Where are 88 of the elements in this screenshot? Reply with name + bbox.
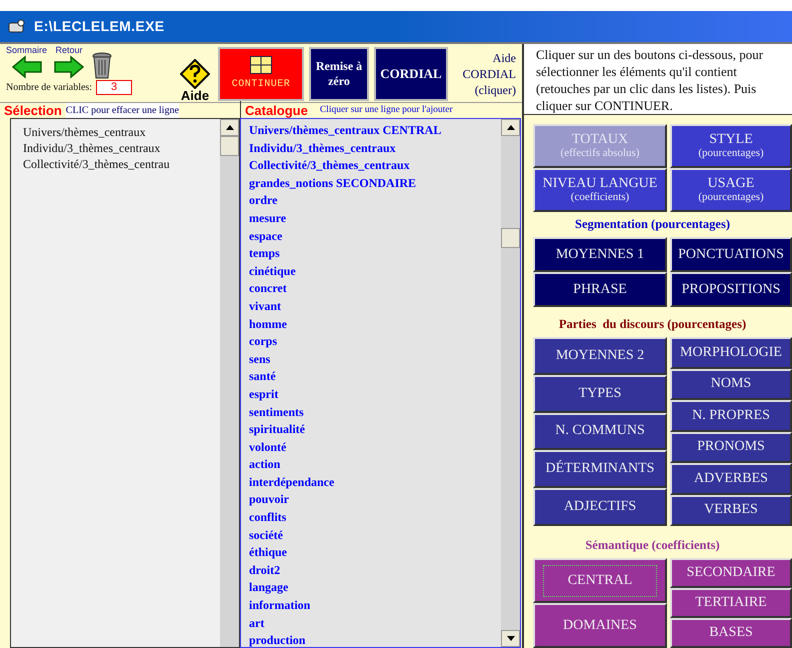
option-button[interactable]: ADVERBES	[670, 463, 792, 494]
help-diamond-icon[interactable]	[180, 59, 210, 89]
scroll-up-button[interactable]	[501, 119, 520, 136]
catalogue-item[interactable]: sentiments	[249, 404, 501, 422]
scroll-down-button[interactable]	[501, 630, 520, 647]
option-button[interactable]: TYPES	[533, 374, 667, 413]
scroll-thumb[interactable]	[501, 228, 520, 248]
catalogue-item[interactable]: mesure	[249, 210, 501, 228]
section-heading: Parties du discours (pourcentages)	[558, 317, 746, 332]
selection-item[interactable]: Univers/thèmes_centraux	[23, 124, 220, 140]
up-triangle-icon	[226, 125, 234, 130]
selection-item[interactable]: Collectivité/3_thèmes_centrau	[23, 156, 220, 172]
catalogue-item[interactable]: sens	[249, 350, 501, 368]
catalogue-item[interactable]: vivant	[249, 298, 501, 316]
catalogue-item[interactable]: esprit	[249, 386, 501, 404]
catalogue-hint: Cliquer sur une ligne pour l'ajouter	[320, 104, 453, 118]
option-button[interactable]: N. PROPRES	[670, 400, 792, 432]
continue-button[interactable]: CONTINUER	[218, 47, 304, 101]
selection-hint: CLIC pour effacer une ligne	[66, 103, 179, 118]
catalogue-item[interactable]: société	[249, 526, 501, 544]
catalogue-item[interactable]: volonté	[249, 438, 501, 456]
option-button[interactable]: MORPHOLOGIE	[670, 337, 792, 368]
catalogue-item[interactable]: homme	[249, 316, 501, 334]
option-button[interactable]: MOYENNES 2	[533, 337, 667, 375]
help-label: Aide	[180, 89, 210, 102]
selection-item[interactable]: Individu/3_thèmes_centraux	[23, 140, 220, 156]
option-button[interactable]: N. COMMUNS	[533, 412, 667, 450]
catalogue-item[interactable]: information	[249, 597, 501, 615]
option-button[interactable]: USAGE (pourcentages)	[670, 168, 792, 212]
trash-icon[interactable]	[91, 51, 114, 79]
catalogue-item[interactable]: santé	[249, 368, 501, 386]
reset-button[interactable]: Remise à zéro	[309, 47, 369, 101]
section-heading: Segmentation (pourcentages)	[575, 217, 730, 232]
catalogue-item[interactable]: éthique	[249, 544, 501, 562]
catalogue-item[interactable]: interdépendance	[249, 474, 501, 492]
section-heading: Sémantique (coefficients)	[585, 538, 720, 553]
catalogue-item[interactable]: art	[249, 614, 501, 632]
option-button[interactable]: CENTRAL	[533, 558, 667, 603]
option-button[interactable]: ADJECTIFS	[533, 488, 667, 526]
catalogue-item[interactable]: langage	[249, 579, 501, 598]
option-button[interactable]: STYLE (pourcentages)	[670, 124, 792, 168]
option-button[interactable]: SECONDAIRE	[670, 558, 792, 588]
catalogue-item[interactable]: concret	[249, 280, 501, 298]
option-button[interactable]: MOYENNES 1	[533, 237, 667, 272]
catalogue-item[interactable]: droit2	[249, 562, 501, 580]
up-triangle-icon	[506, 125, 514, 130]
variables-label: Nombre de variables:	[6, 81, 92, 95]
window-title: E:\LECLELEM.EXE	[34, 17, 164, 36]
right-arrow-icon	[53, 55, 86, 79]
catalogue-item[interactable]: cinétique	[249, 262, 501, 280]
option-button[interactable]: BASES	[670, 618, 792, 648]
catalogue-title: Catalogue	[245, 102, 308, 120]
option-button[interactable]: PONCTUATIONS	[670, 237, 792, 272]
nav-button[interactable]: Retour	[53, 46, 86, 79]
option-button[interactable]: DOMAINES	[533, 603, 667, 648]
catalogue-item[interactable]: grandes_notions SECONDAIRE	[249, 174, 501, 192]
catalogue-item[interactable]: Univers/thèmes_centraux CENTRAL	[249, 122, 501, 140]
cordial-button[interactable]: CORDIAL	[374, 47, 448, 101]
cordial-help-link[interactable]: Aide CORDIAL (cliquer)	[448, 46, 516, 102]
option-button[interactable]: DÉTERMINANTS	[533, 450, 667, 488]
catalogue-item[interactable]: espace	[249, 228, 501, 246]
catalogue-item[interactable]: conflits	[249, 509, 501, 527]
catalogue-item[interactable]: ordre	[249, 192, 501, 210]
instructions-text: Cliquer sur un des boutons ci-dessous, pour sélectionner les éléments qu'il contient (retouches par un clic dans les listes). Puis cliquer sur CONTINUER.	[524, 44, 792, 115]
catalogue-item[interactable]: action	[249, 456, 501, 474]
catalogue-item[interactable]: spiritualité	[249, 421, 501, 439]
option-button[interactable]: PROPOSITIONS	[670, 272, 792, 307]
nav-button[interactable]: Sommaire	[6, 46, 48, 79]
option-button[interactable]: PHRASE	[533, 272, 667, 307]
option-button[interactable]: NIVEAU LANGUE (coefficients)	[533, 168, 667, 212]
scroll-thumb[interactable]	[220, 136, 239, 156]
catalogue-item[interactable]: Collectivité/3_thèmes_centraux	[249, 157, 501, 175]
option-button[interactable]: TERTIAIRE	[670, 588, 792, 618]
scroll-up-button[interactable]	[220, 119, 239, 136]
option-button[interactable]: NOMS	[670, 368, 792, 400]
variables-field[interactable]: 3	[96, 80, 132, 95]
catalogue-item[interactable]: corps	[249, 333, 501, 351]
option-button[interactable]: PRONOMS	[670, 432, 792, 463]
catalogue-item[interactable]: production	[249, 632, 501, 647]
catalogue-item[interactable]: temps	[249, 245, 501, 263]
catalogue-item[interactable]: pouvoir	[249, 491, 501, 510]
catalogue-item[interactable]: Individu/3_thèmes_centraux	[249, 140, 501, 158]
option-button[interactable]: VERBES	[670, 494, 792, 526]
down-triangle-icon	[506, 636, 514, 641]
left-arrow-icon	[10, 55, 42, 79]
grid-icon	[250, 56, 272, 74]
app-icon	[8, 18, 26, 34]
selection-title: Sélection	[4, 102, 62, 120]
